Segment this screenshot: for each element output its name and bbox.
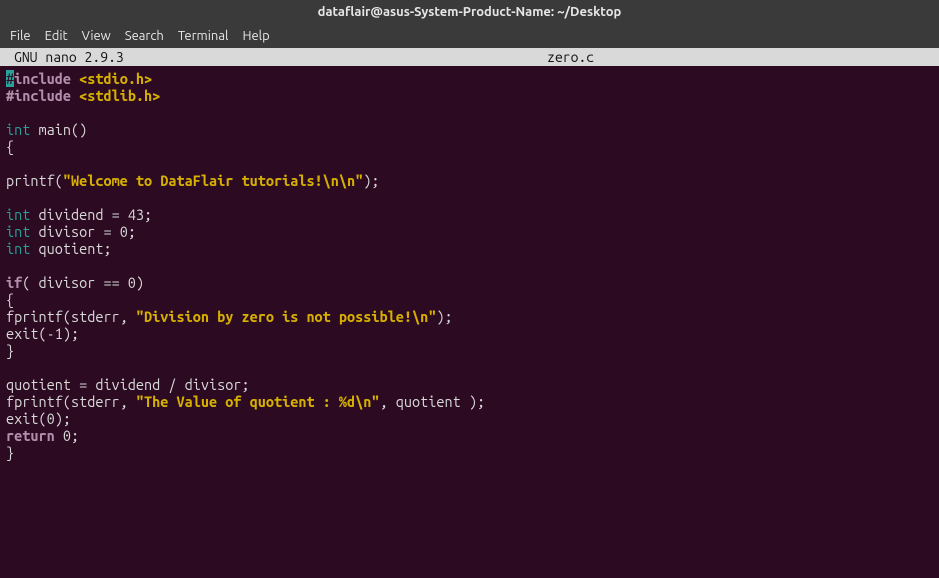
code-text: } xyxy=(6,342,14,359)
code-text: , quotient ); xyxy=(380,393,486,410)
code-text: divisor = 0; xyxy=(30,223,136,240)
type-int: int xyxy=(6,240,30,257)
menu-file[interactable]: File xyxy=(10,29,31,43)
nano-version: GNU nano 2.9.3 xyxy=(0,48,124,66)
type-int: int xyxy=(6,223,30,240)
code-text: 0; xyxy=(55,427,79,444)
keyword-if: if xyxy=(6,274,22,291)
window-title: dataflair@asus-System-Product-Name: ~/De… xyxy=(318,5,622,19)
nano-statusbar: GNU nano 2.9.3 zero.c xyxy=(0,48,939,66)
string-literal: <stdlib.h> xyxy=(79,87,160,104)
keyword-include: include xyxy=(14,70,71,87)
window-titlebar: dataflair@asus-System-Product-Name: ~/De… xyxy=(0,0,939,24)
code-text: } xyxy=(6,444,14,461)
code-text: fprintf(stderr, xyxy=(6,308,136,325)
code-text: quotient = dividend / divisor; xyxy=(6,376,250,393)
code-text: ); xyxy=(436,308,452,325)
code-text: ( divisor == 0) xyxy=(22,274,144,291)
menu-edit[interactable]: Edit xyxy=(45,29,68,43)
keyword-include: #include xyxy=(6,87,71,104)
code-text: ); xyxy=(363,172,379,189)
code-text: fprintf(stderr, xyxy=(6,393,136,410)
string-literal: "The Value of quotient : %d\n" xyxy=(136,393,380,410)
menu-help[interactable]: Help xyxy=(242,29,269,43)
editor-area[interactable]: #include <stdio.h> #include <stdlib.h> i… xyxy=(0,66,939,578)
type-int: int xyxy=(6,206,30,223)
nano-filename: zero.c xyxy=(547,48,594,66)
code-text: exit(0); xyxy=(6,410,71,427)
code-text: quotient; xyxy=(30,240,111,257)
code-text: exit(-1); xyxy=(6,325,79,342)
string-literal: <stdio.h> xyxy=(79,70,152,87)
text-cursor: # xyxy=(6,70,14,87)
keyword-return: return xyxy=(6,427,55,444)
code-text: { xyxy=(6,138,14,155)
status-spacer xyxy=(124,48,547,66)
menubar: File Edit View Search Terminal Help xyxy=(0,24,939,48)
code-text: dividend = 43; xyxy=(30,206,152,223)
string-literal: "Welcome to DataFlair tutorials!\n\n" xyxy=(63,172,363,189)
menu-search[interactable]: Search xyxy=(125,29,164,43)
string-literal: "Division by zero is not possible!\n" xyxy=(136,308,436,325)
code-text: printf( xyxy=(6,172,63,189)
code-text: main() xyxy=(30,121,87,138)
menu-terminal[interactable]: Terminal xyxy=(178,29,229,43)
menu-view[interactable]: View xyxy=(82,29,111,43)
type-int: int xyxy=(6,121,30,138)
code-text: { xyxy=(6,291,14,308)
